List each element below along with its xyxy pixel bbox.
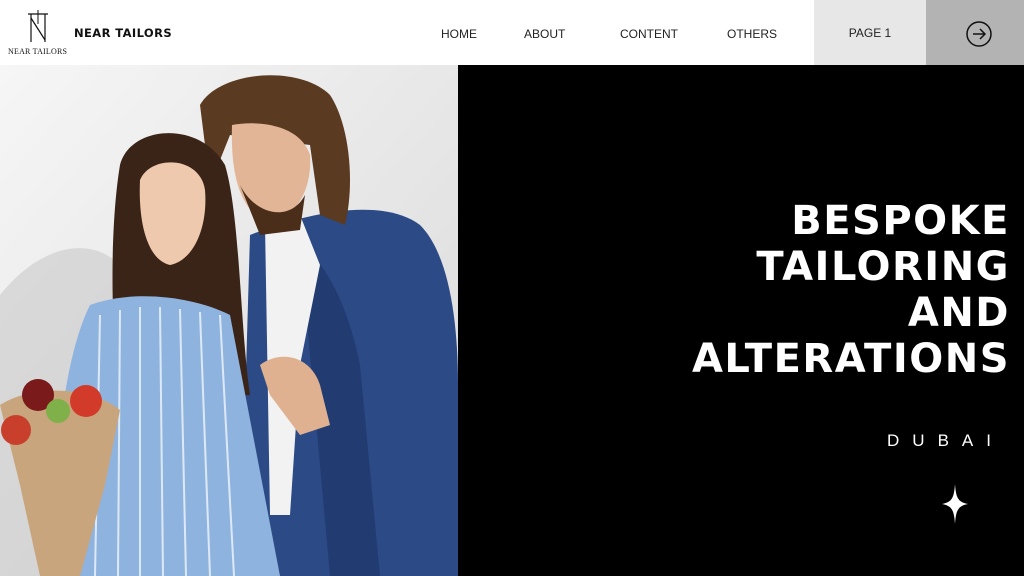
page-indicator-label: PAGE 1: [848, 25, 892, 40]
logo-monogram-icon: [28, 10, 48, 42]
arrow-right-circle-icon: [966, 21, 992, 47]
hero-photo: [0, 65, 458, 576]
hero-title-line-4: ALTERATIONS: [691, 336, 1010, 382]
hero-title-line-1: BESPOKE: [791, 198, 1010, 244]
header-bar: NEAR TAILORS NEAR TAILORS HOME ABOUT CON…: [0, 0, 1024, 65]
page-indicator-button[interactable]: PAGE 1: [814, 0, 926, 65]
nav-home[interactable]: HOME: [441, 27, 477, 41]
hero-panel: BESPOKE TAILORING AND ALTERATIONS DUBAI: [458, 65, 1024, 576]
hero-city: DUBAI: [887, 431, 1004, 450]
logo-text: NEAR TAILORS: [8, 47, 68, 56]
next-page-button[interactable]: [926, 0, 1024, 65]
hero-title: BESPOKE TAILORING AND ALTERATIONS: [692, 198, 1010, 382]
brand-name[interactable]: NEAR TAILORS: [74, 26, 172, 40]
nav-about[interactable]: ABOUT: [524, 27, 565, 41]
hero-title-line-3: AND: [907, 290, 1010, 336]
hero-title-line-2: TAILORING: [756, 244, 1010, 290]
nav-others[interactable]: OTHERS: [727, 27, 777, 41]
brand-logo[interactable]: NEAR TAILORS: [6, 10, 70, 58]
nav-content[interactable]: CONTENT: [620, 27, 678, 41]
sparkle-icon: [942, 484, 968, 524]
